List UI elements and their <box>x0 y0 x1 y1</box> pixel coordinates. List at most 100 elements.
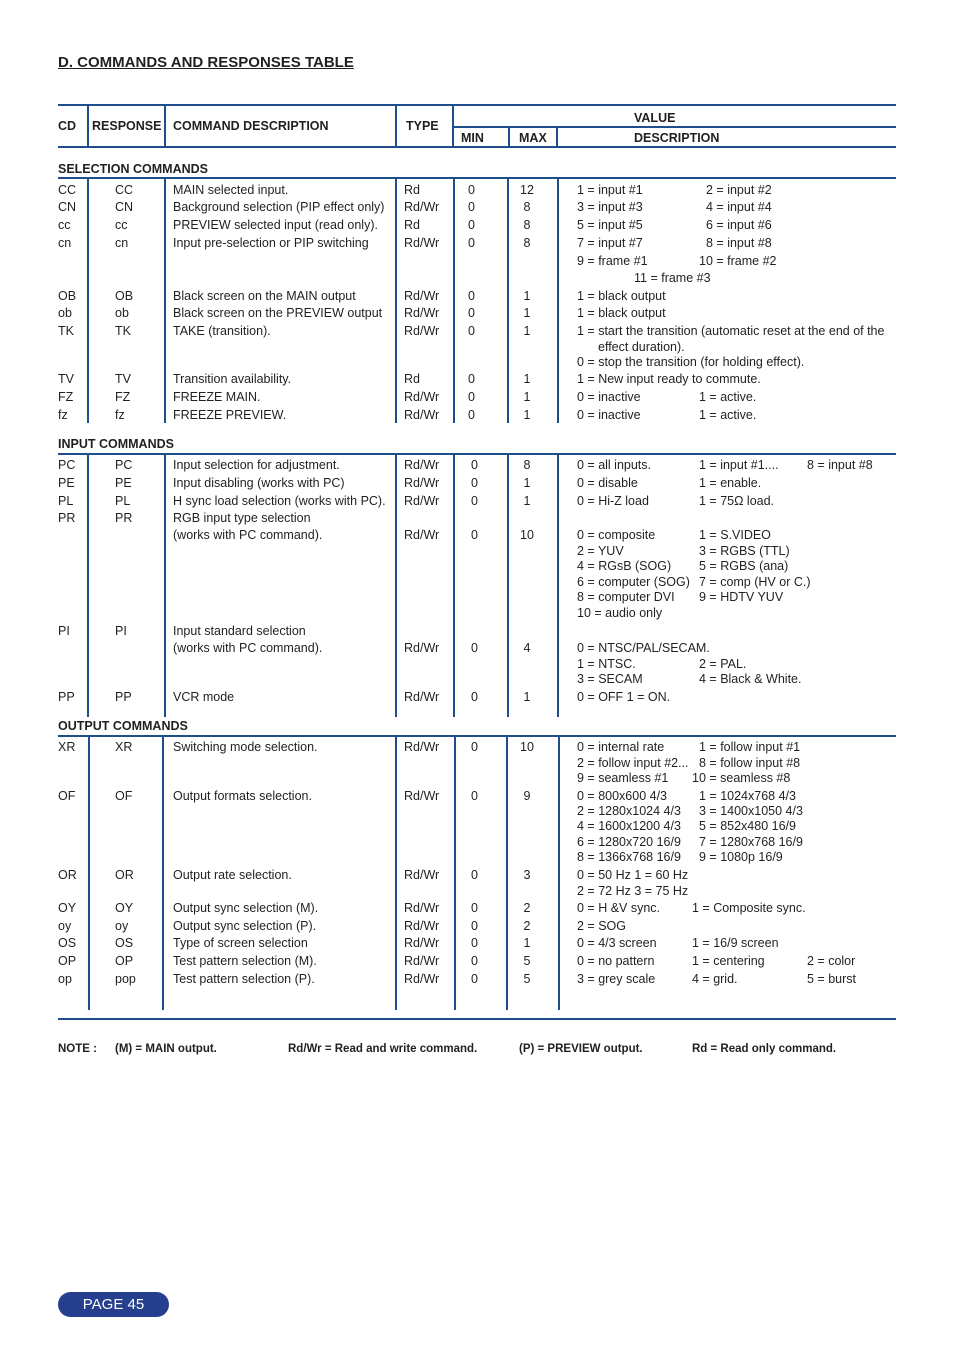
cell-type: Rd/Wr <box>404 936 440 950</box>
cell-value-description: 3 = SECAM <box>577 672 643 686</box>
cell-cd: PI <box>58 624 70 638</box>
cell-response: OF <box>115 789 133 803</box>
cell-type: Rd/Wr <box>404 901 440 915</box>
cell-value-description: 9 = 1080p 16/9 <box>699 849 783 864</box>
cell-value-description: 0 = internal rate <box>577 740 665 754</box>
cell-command-description: Output sync selection (P). <box>173 919 317 933</box>
col-divider <box>395 453 397 717</box>
cell-cd: OS <box>58 936 77 950</box>
cell-value-description: 7 = input #7 <box>577 236 643 250</box>
note-item: Rd = Read only command. <box>692 1043 837 1055</box>
col-divider <box>454 735 456 1010</box>
cell-command-description: MAIN selected input. <box>173 183 289 197</box>
cell-command-description: FREEZE PREVIEW. <box>173 408 287 422</box>
cell-type: Rd/Wr <box>404 690 440 704</box>
cell-cd: OB <box>58 289 77 303</box>
cell-min: 0 <box>471 641 478 655</box>
cell-max: 8 <box>523 218 531 232</box>
cell-type: Rd/Wr <box>404 868 440 882</box>
col-divider <box>87 177 89 423</box>
cell-value-description: 0 = NTSC/PAL/SECAM. <box>577 641 710 655</box>
cell-value-description: 10 = audio only <box>577 605 663 620</box>
cell-command-description: Output formats selection. <box>173 789 312 803</box>
cell-response: cn <box>115 236 129 250</box>
value-subheader-rule <box>453 126 896 128</box>
col-divider <box>162 735 164 1010</box>
cell-value-description: 0 = disable <box>577 476 638 490</box>
cell-min: 0 <box>468 200 475 214</box>
header-value: VALUE <box>634 111 676 125</box>
cell-cd: OF <box>58 789 76 803</box>
cell-value-description: 1 = centering <box>692 954 765 968</box>
col-divider <box>507 453 509 717</box>
cell-command-description: Input selection for adjustment. <box>173 458 340 472</box>
cell-command-description: FREEZE MAIN. <box>173 390 261 404</box>
cell-command-description: Output rate selection. <box>173 868 292 882</box>
cell-value-description: 1 = S.VIDEO <box>699 528 771 542</box>
cell-min: 0 <box>471 972 478 986</box>
cell-cd: OR <box>58 868 77 882</box>
cell-command-description: Black screen on the PREVIEW output <box>173 306 383 320</box>
col-divider <box>558 735 560 1010</box>
cell-cd: ob <box>58 306 72 320</box>
cell-max: 1 <box>523 306 531 320</box>
cell-type: Rd/Wr <box>404 494 440 508</box>
cell-min: 0 <box>471 494 478 508</box>
cell-value-description: 8 = 1366x768 16/9 <box>577 849 681 864</box>
cell-value-description: 0 = 50 Hz 1 = 60 Hz <box>577 868 689 882</box>
col-divider <box>508 126 510 147</box>
cell-cd: PL <box>58 494 74 508</box>
cell-cd: TK <box>58 324 74 338</box>
cell-type: Rd/Wr <box>404 236 440 250</box>
cell-command-description: Black screen on the MAIN output <box>173 289 356 303</box>
cell-max: 5 <box>523 954 531 968</box>
cell-value-description: 8 = follow input #8 <box>699 755 801 770</box>
cell-response: pop <box>115 972 136 986</box>
cell-value-description: 0 = 4/3 screen <box>577 936 657 950</box>
cell-value-description: 1 = black output <box>577 306 666 320</box>
header-min: MIN <box>461 131 484 145</box>
cell-type: Rd/Wr <box>404 919 440 933</box>
cell-cd: OP <box>58 954 77 968</box>
cell-type: Rd/Wr <box>404 324 440 338</box>
cell-command-description: Background selection (PIP effect only) <box>173 200 385 214</box>
cell-cd: cc <box>58 218 71 232</box>
cell-command-description: Output sync selection (M). <box>173 901 319 915</box>
cell-max: 2 <box>523 901 531 915</box>
note-item: (M) = MAIN output. <box>115 1043 217 1055</box>
cell-value-description: 1 = enable. <box>699 476 762 490</box>
cell-type: Rd/Wr <box>404 740 440 754</box>
header-type: TYPE <box>406 119 439 133</box>
cell-value-description: 6 = computer (SOG) <box>577 574 690 589</box>
cell-response: CC <box>115 183 134 197</box>
cell-response: CN <box>115 200 134 214</box>
cell-value-description: 10 = frame #2 <box>699 253 777 268</box>
cell-min: 0 <box>471 789 478 803</box>
cell-value-description: 0 = OFF 1 = ON. <box>577 690 671 704</box>
cell-type: Rd/Wr <box>404 289 440 303</box>
cell-min: 0 <box>471 476 478 490</box>
cell-value-description: 2 = follow input #2... <box>577 755 689 770</box>
cell-max: 10 <box>520 528 534 542</box>
cell-value-description: 1 = input #1.... <box>699 458 779 472</box>
cell-max: 4 <box>523 641 531 655</box>
cell-min: 0 <box>471 690 478 704</box>
cell-min: 0 <box>471 458 478 472</box>
cell-response: PC <box>115 458 133 472</box>
cell-value-description: 4 = Black & White. <box>699 672 802 686</box>
cell-value-description: 2 = 1280x1024 4/3 <box>577 804 681 819</box>
cell-min: 0 <box>471 868 478 882</box>
cell-cd: fz <box>58 408 68 422</box>
cell-value-description: 4 = input #4 <box>706 200 772 214</box>
section-selection-label: SELECTION COMMANDS <box>58 162 208 176</box>
cell-max: 10 <box>520 740 534 754</box>
cell-response: OB <box>115 289 134 303</box>
cell-type: Rd/Wr <box>404 390 440 404</box>
cell-type: Rd/Wr <box>404 972 440 986</box>
cell-type: Rd <box>404 218 420 232</box>
section-rule <box>58 177 896 179</box>
cell-value-description: 7 = comp (HV or C.) <box>699 574 811 589</box>
cell-type: Rd/Wr <box>404 408 440 422</box>
cell-cd: CC <box>58 183 77 197</box>
cell-command-description: Input standard selection <box>173 624 306 638</box>
